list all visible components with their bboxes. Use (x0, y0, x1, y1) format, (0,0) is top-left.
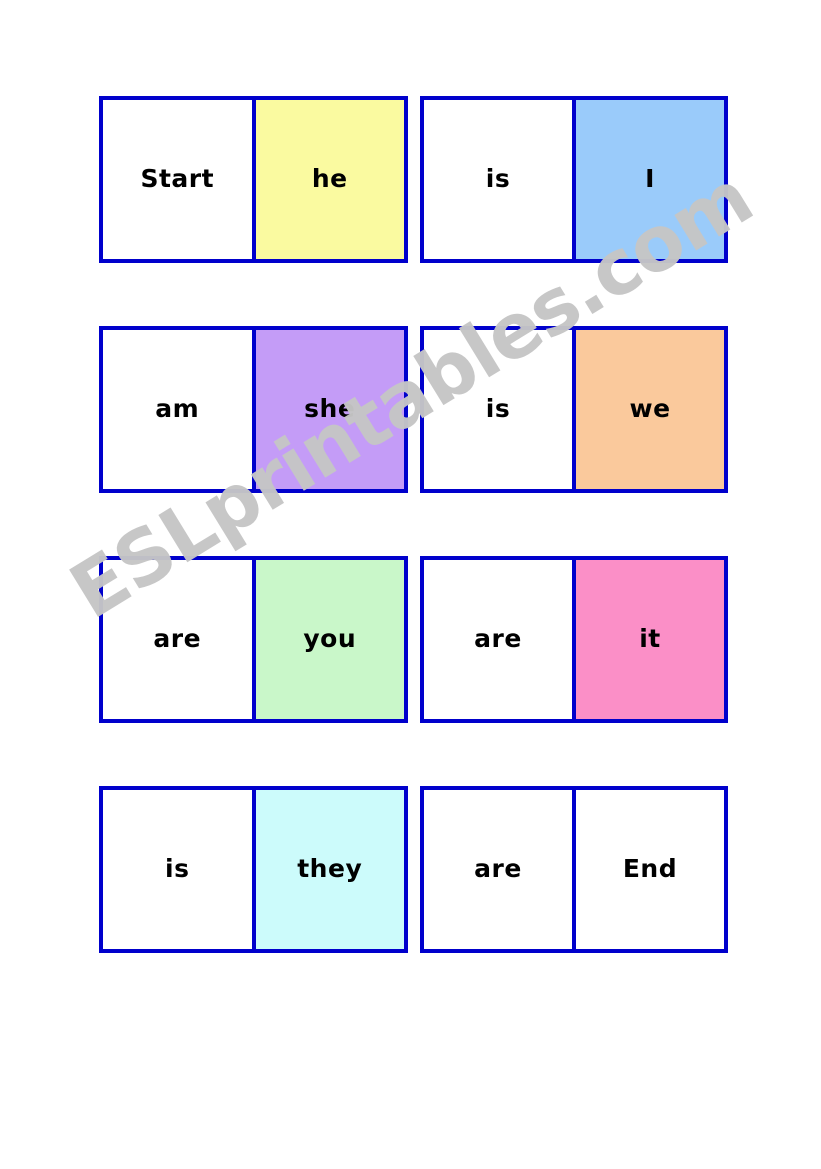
domino-tile[interactable]: are it (420, 556, 728, 723)
domino-cell[interactable]: we (574, 326, 728, 493)
domino-tile[interactable]: is I (420, 96, 728, 263)
domino-cell-label: is (165, 854, 190, 883)
domino-cell-label: am (155, 394, 200, 423)
domino-board: Start he is I am she is we are you are i… (0, 0, 821, 1169)
domino-cell-label: he (311, 164, 348, 193)
domino-cell-label: I (645, 164, 655, 193)
domino-row: am she is we (0, 326, 821, 493)
domino-cell-label: End (622, 854, 678, 883)
domino-cell-label: are (474, 854, 522, 883)
domino-cell-label: you (303, 624, 357, 653)
domino-cell[interactable]: is (420, 326, 574, 493)
domino-cell[interactable]: are (420, 556, 574, 723)
domino-cell-label: Start (140, 164, 215, 193)
domino-cell[interactable]: are (99, 556, 254, 723)
domino-cell-label: we (629, 394, 671, 423)
domino-cell[interactable]: he (253, 96, 408, 263)
domino-cell-label: is (485, 164, 511, 193)
domino-tile[interactable]: am she (99, 326, 408, 493)
domino-cell[interactable]: are (420, 786, 574, 953)
domino-tile[interactable]: is they (99, 786, 408, 953)
domino-cell[interactable]: Start (99, 96, 254, 263)
domino-cell[interactable]: you (253, 556, 408, 723)
domino-cell[interactable]: it (574, 556, 728, 723)
domino-cell[interactable]: End (574, 786, 728, 953)
domino-cell[interactable]: they (253, 786, 408, 953)
domino-row: is they are End (0, 786, 821, 953)
domino-cell-label: it (639, 624, 661, 653)
domino-tile[interactable]: Start he (99, 96, 408, 263)
domino-cell[interactable]: is (99, 786, 254, 953)
domino-cell-label: are (153, 624, 202, 653)
domino-row: are you are it (0, 556, 821, 723)
domino-cell[interactable]: am (99, 326, 254, 493)
domino-cell-label: they (297, 854, 363, 883)
worksheet-page: Start he is I am she is we are you are i… (0, 0, 821, 1169)
domino-tile[interactable]: are you (99, 556, 408, 723)
domino-row: Start he is I (0, 96, 821, 263)
domino-tile[interactable]: are End (420, 786, 728, 953)
domino-tile[interactable]: is we (420, 326, 728, 493)
domino-cell[interactable]: is (420, 96, 574, 263)
domino-cell[interactable]: I (574, 96, 728, 263)
domino-cell-label: are (474, 624, 522, 653)
domino-cell-label: she (304, 394, 356, 423)
domino-cell[interactable]: she (253, 326, 408, 493)
domino-cell-label: is (485, 394, 511, 423)
